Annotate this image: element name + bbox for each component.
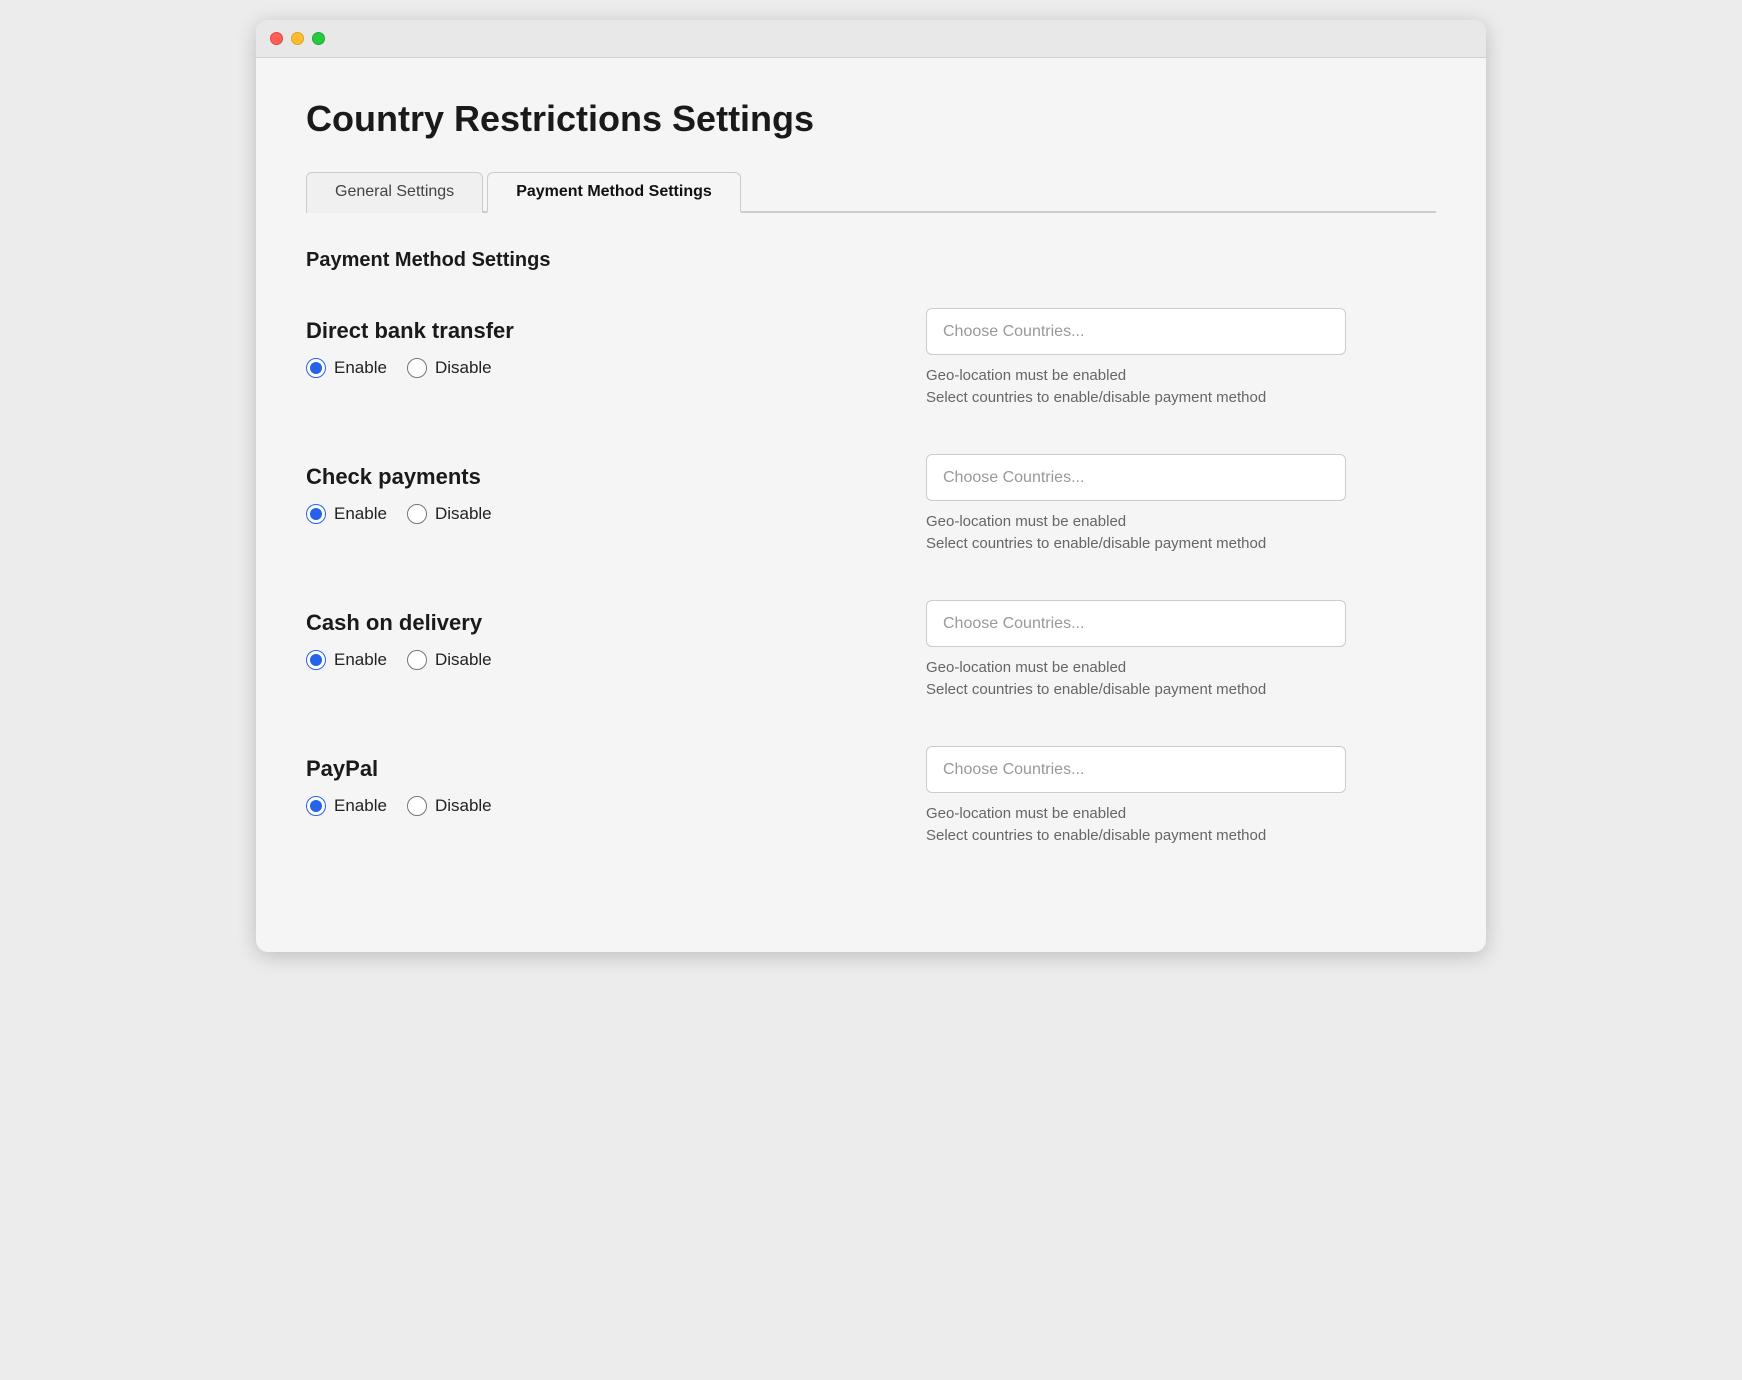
disable-radio-cash-on-delivery[interactable]	[407, 650, 427, 670]
hint1-check-payments: Geo-location must be enabled	[926, 513, 1436, 530]
hint2-direct-bank: Select countries to enable/disable payme…	[926, 389, 1436, 406]
disable-radio-direct-bank[interactable]	[407, 358, 427, 378]
country-select-cash-on-delivery[interactable]: Choose Countries...	[926, 600, 1346, 647]
disable-radio-check-payments[interactable]	[407, 504, 427, 524]
enable-text-cash-on-delivery: Enable	[334, 650, 387, 670]
enable-label-cash-on-delivery[interactable]: Enable	[306, 650, 387, 670]
enable-text-check-payments: Enable	[334, 504, 387, 524]
payment-row-direct-bank: Direct bank transfer Enable Disable Choo…	[306, 308, 1436, 406]
radio-group-check-payments: Enable Disable	[306, 504, 926, 524]
hint2-check-payments: Select countries to enable/disable payme…	[926, 535, 1436, 552]
enable-text-paypal: Enable	[334, 796, 387, 816]
payment-left-paypal: PayPal Enable Disable	[306, 746, 926, 816]
disable-radio-paypal[interactable]	[407, 796, 427, 816]
hint1-direct-bank: Geo-location must be enabled	[926, 367, 1436, 384]
disable-text-direct-bank: Disable	[435, 358, 492, 378]
country-select-paypal[interactable]: Choose Countries...	[926, 746, 1346, 793]
tab-bar: General Settings Payment Method Settings	[306, 170, 1436, 213]
enable-label-check-payments[interactable]: Enable	[306, 504, 387, 524]
payment-name-check-payments: Check payments	[306, 464, 926, 490]
payment-left-cash-on-delivery: Cash on delivery Enable Disable	[306, 600, 926, 670]
payment-left-check-payments: Check payments Enable Disable	[306, 454, 926, 524]
disable-label-paypal[interactable]: Disable	[407, 796, 492, 816]
disable-text-paypal: Disable	[435, 796, 492, 816]
enable-text-direct-bank: Enable	[334, 358, 387, 378]
payment-name-paypal: PayPal	[306, 756, 926, 782]
payment-name-cash-on-delivery: Cash on delivery	[306, 610, 926, 636]
disable-text-cash-on-delivery: Disable	[435, 650, 492, 670]
minimize-button[interactable]	[291, 32, 304, 45]
disable-label-direct-bank[interactable]: Disable	[407, 358, 492, 378]
radio-group-direct-bank: Enable Disable	[306, 358, 926, 378]
enable-radio-cash-on-delivery[interactable]	[306, 650, 326, 670]
section-title: Payment Method Settings	[306, 249, 1436, 272]
payment-right-check-payments: Choose Countries... Geo-location must be…	[926, 454, 1436, 552]
hint2-cash-on-delivery: Select countries to enable/disable payme…	[926, 681, 1436, 698]
maximize-button[interactable]	[312, 32, 325, 45]
disable-text-check-payments: Disable	[435, 504, 492, 524]
payment-row-cash-on-delivery: Cash on delivery Enable Disable Choose C…	[306, 600, 1436, 698]
enable-radio-direct-bank[interactable]	[306, 358, 326, 378]
app-window: Country Restrictions Settings General Se…	[256, 20, 1486, 952]
page-title: Country Restrictions Settings	[306, 98, 1436, 140]
disable-label-cash-on-delivery[interactable]: Disable	[407, 650, 492, 670]
country-select-direct-bank[interactable]: Choose Countries...	[926, 308, 1346, 355]
payment-row-check-payments: Check payments Enable Disable Choose Cou…	[306, 454, 1436, 552]
country-select-check-payments[interactable]: Choose Countries...	[926, 454, 1346, 501]
enable-label-paypal[interactable]: Enable	[306, 796, 387, 816]
main-content: Country Restrictions Settings General Se…	[256, 58, 1486, 952]
radio-group-paypal: Enable Disable	[306, 796, 926, 816]
enable-radio-check-payments[interactable]	[306, 504, 326, 524]
payment-methods-list: Direct bank transfer Enable Disable Choo…	[306, 308, 1436, 844]
radio-group-cash-on-delivery: Enable Disable	[306, 650, 926, 670]
tab-general-settings[interactable]: General Settings	[306, 172, 483, 213]
payment-name-direct-bank: Direct bank transfer	[306, 318, 926, 344]
payment-right-paypal: Choose Countries... Geo-location must be…	[926, 746, 1436, 844]
tab-payment-method-settings[interactable]: Payment Method Settings	[487, 172, 741, 213]
hint1-cash-on-delivery: Geo-location must be enabled	[926, 659, 1436, 676]
disable-label-check-payments[interactable]: Disable	[407, 504, 492, 524]
close-button[interactable]	[270, 32, 283, 45]
title-bar	[256, 20, 1486, 58]
payment-right-direct-bank: Choose Countries... Geo-location must be…	[926, 308, 1436, 406]
hint2-paypal: Select countries to enable/disable payme…	[926, 827, 1436, 844]
enable-radio-paypal[interactable]	[306, 796, 326, 816]
enable-label-direct-bank[interactable]: Enable	[306, 358, 387, 378]
hint1-paypal: Geo-location must be enabled	[926, 805, 1436, 822]
payment-left-direct-bank: Direct bank transfer Enable Disable	[306, 308, 926, 378]
payment-right-cash-on-delivery: Choose Countries... Geo-location must be…	[926, 600, 1436, 698]
payment-row-paypal: PayPal Enable Disable Choose Countries..…	[306, 746, 1436, 844]
